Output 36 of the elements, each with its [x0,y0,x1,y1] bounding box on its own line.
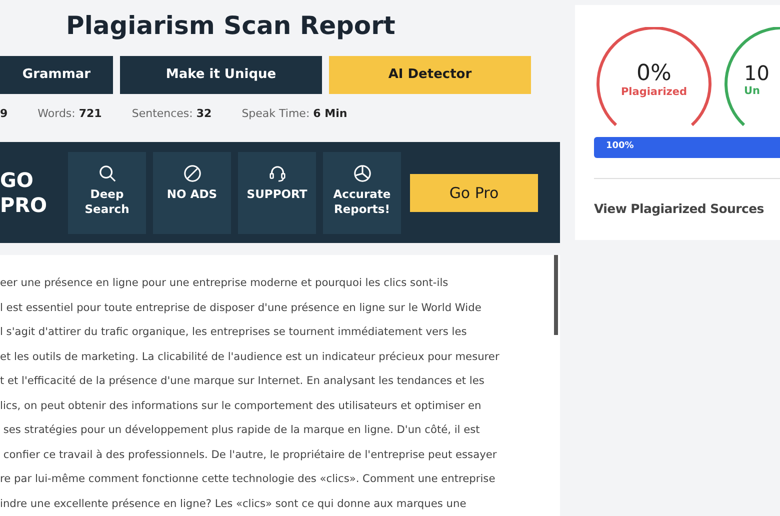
text-line: l est essentiel pour toute entreprise de disposer d'une présence en ligne sur le World Wide [0,300,482,316]
tool-button[interactable]: Grammar [0,56,113,94]
text-line: re par lui-même comment fonctionne cette technologie des «clics». Comment une entreprise [0,472,496,487]
scrollbar[interactable] [554,255,558,335]
stat-text: Sentences: 32 [132,107,212,120]
feature-label: Deep Search [84,186,130,217]
gauge-label: Un [744,85,760,97]
stat-text: 9 [0,107,8,120]
view-sources-link[interactable]: View Plagiarized Sources [594,201,764,216]
tool-button[interactable]: Make it Unique [120,56,322,94]
stat-text: Speak Time: 6 Min [242,107,348,120]
text-line: t et l'efficacité de la présence d'une marque sur Internet. En analysant les tendances et les [0,374,486,389]
feature-label: NO ADS [166,186,218,202]
text-line: et les outils de marketing. La clicabilité de l'audience est un indicateur précieux pour mesurer [0,350,500,364]
go-pro-button[interactable]: Go Pro [410,174,538,212]
feature-label: SUPPORT [246,186,308,202]
text-line: confier ce travail à des professionnels. De l'autre, le propriétaire de l'entreprise peut essayer [2,448,498,462]
text-line: ses stratégies pour un développement plus rapide de la marque en ligne. D'un côté, il est [2,423,481,438]
progress-reading: 100% [606,141,634,151]
gauge-value: 0% [636,61,672,86]
text-area[interactable] [0,255,560,516]
text-line: l s'agit d'attirer du trafic organique, les entreprises se tournent immédiatement vers les [0,325,468,340]
gauge-value: 10 [744,61,770,85]
pie-chart-icon [352,164,372,183]
report-title: Plagiarism Scan Report [66,10,396,40]
text-line: eer une présence en ligne pour une entreprise moderne et pourquoi les clics sont-ils [0,276,450,291]
feature-label: Accurate Reports! [332,186,392,217]
headset-icon [268,164,286,183]
tool-button[interactable]: AI Detector [329,56,531,94]
stat-text: Words: 721 [38,107,102,120]
text-line: indre une excellente présence en ligne? Les «clics» sont ce qui donne aux marques une [0,496,468,512]
gauge-label: Plagiarized [620,86,688,98]
search-icon [98,164,116,183]
promo-heading: GO PRO [0,168,48,218]
prohibited-icon [182,164,202,183]
text-line: lics, on peut obtenir des informations sur le comportement des utilisateurs et optimiser en [0,398,482,414]
